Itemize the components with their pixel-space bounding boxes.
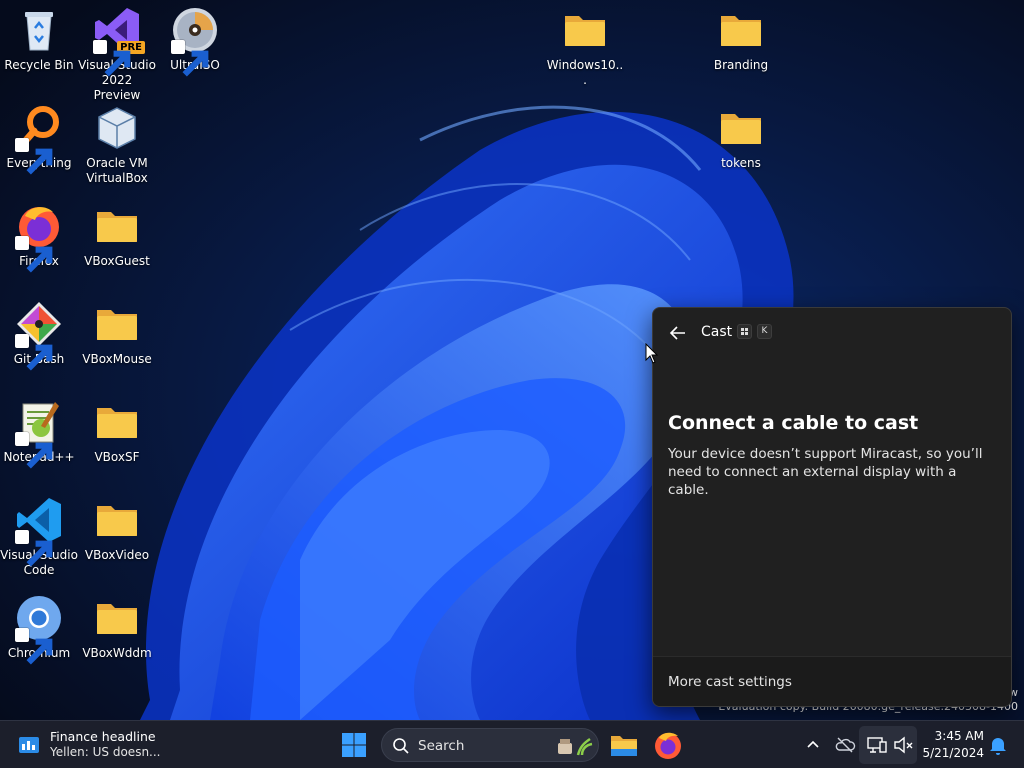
- news-widget-icon: [19, 737, 39, 753]
- start-button[interactable]: [340, 731, 368, 759]
- visual-studio-icon: PRE: [93, 6, 145, 77]
- cast-panel-title: Cast: [701, 324, 733, 340]
- cast-description: Your device doesn’t support Miracast, so…: [668, 446, 983, 498]
- desktop-icon-chromium[interactable]: Chromium: [0, 594, 78, 665]
- shortcut-arrow-icon: [15, 530, 53, 567]
- desktop-icon-visual-studio-code[interactable]: Visual Studio Code: [0, 496, 78, 578]
- desktop-icon-label: VBoxSF: [94, 450, 140, 464]
- desktop-icon-visual-studio-2022-preview[interactable]: PRE Visual Studio 2022 Preview: [78, 6, 156, 103]
- folder-icon: [561, 6, 609, 54]
- desktop-icon-label: Recycle Bin: [4, 58, 74, 72]
- desktop-icon-notepad-plus-plus[interactable]: Notepad++: [0, 398, 78, 469]
- clock-date: 5/21/2024: [922, 746, 984, 760]
- desktop-icon-label: Branding: [713, 58, 769, 72]
- desktop-icon-vboxvideo[interactable]: VBoxVideo: [78, 496, 156, 563]
- onedrive-button[interactable]: [833, 733, 857, 757]
- widget-title: Finance headline: [50, 729, 156, 744]
- back-arrow-icon: [669, 326, 685, 340]
- file-explorer-button[interactable]: [608, 729, 640, 761]
- desktop-icon-branding[interactable]: Branding: [702, 6, 780, 73]
- desktop-icon-label: VBoxVideo: [84, 548, 150, 562]
- shortcut-arrow-icon: [15, 334, 53, 371]
- folder-icon: [717, 104, 765, 152]
- desktop-icon-everything[interactable]: Everything: [0, 104, 78, 175]
- vscode-icon: [15, 496, 63, 567]
- firefox-taskbar-button[interactable]: [652, 729, 684, 761]
- quick-settings-button[interactable]: [859, 726, 917, 764]
- magnifier-icon: [15, 104, 63, 175]
- back-button[interactable]: [667, 322, 689, 344]
- mouse-cursor-icon: [645, 343, 659, 364]
- search-label: Search: [418, 738, 465, 754]
- shortcut-arrow-icon: [15, 236, 53, 273]
- file-explorer-icon: [611, 736, 637, 756]
- shortcut-key-k: K: [757, 324, 772, 339]
- shortcut-arrow-icon: [93, 40, 131, 77]
- desktop-icon-label: VBoxGuest: [84, 254, 150, 268]
- folder-icon: [93, 202, 141, 250]
- desktop-icon-windows10-folder[interactable]: Windows10...: [546, 6, 624, 88]
- desktop-icon-ultraiso[interactable]: UltraISO: [156, 6, 234, 77]
- folder-icon: [93, 300, 141, 348]
- folder-icon: [717, 6, 765, 54]
- search-highlight-icon: [558, 737, 593, 756]
- taskbar-search-box[interactable]: Search: [381, 728, 599, 762]
- clock-time: 3:45 AM: [934, 729, 984, 743]
- windows-logo-icon: [342, 733, 366, 757]
- shortcut-arrow-icon: [171, 40, 209, 77]
- disc-icon: [171, 6, 219, 77]
- desktop-icon-label: tokens: [721, 156, 761, 170]
- bell-icon: [990, 738, 1006, 755]
- desktop-icon-vboxguest[interactable]: VBoxGuest: [78, 202, 156, 269]
- desktop-icon-recycle-bin[interactable]: Recycle Bin: [0, 6, 78, 73]
- firefox-icon: [655, 732, 681, 759]
- more-cast-settings-link[interactable]: More cast settings: [668, 674, 792, 690]
- cast-panel: Cast K Connect a cable to cast Your devi…: [652, 307, 1012, 707]
- desktop-icon-vboxmouse[interactable]: VBoxMouse: [78, 300, 156, 367]
- taskbar-clock[interactable]: 3:45 AM 5/21/2024: [920, 728, 984, 762]
- notifications-button[interactable]: [986, 733, 1010, 757]
- desktop-icon-label: VBoxWddm: [82, 646, 152, 660]
- cast-panel-footer: More cast settings: [653, 656, 1011, 706]
- shortcut-arrow-icon: [15, 628, 53, 665]
- search-icon: [393, 738, 409, 754]
- desktop-icon-firefox[interactable]: Firefox: [0, 202, 78, 273]
- firefox-icon: [15, 202, 63, 273]
- chromium-icon: [15, 594, 63, 665]
- taskbar: Finance headline Yellen: US doesn... Sea…: [0, 720, 1024, 768]
- cast-heading: Connect a cable to cast: [668, 412, 919, 434]
- volume-muted-icon: [894, 736, 913, 754]
- news-widget[interactable]: Finance headline Yellen: US doesn...: [14, 727, 184, 763]
- desktop-icon-tokens[interactable]: tokens: [702, 104, 780, 171]
- folder-icon: [93, 594, 141, 642]
- network-icon: [867, 737, 887, 753]
- notepad-plus-plus-icon: [15, 398, 63, 469]
- git-bash-icon: [15, 300, 63, 371]
- show-hidden-icons-button[interactable]: [801, 733, 825, 757]
- cast-panel-header: Cast K: [653, 308, 1011, 356]
- shortcut-arrow-icon: [15, 138, 53, 175]
- desktop-icon-oracle-vm-virtualbox[interactable]: Oracle VM VirtualBox: [78, 104, 156, 186]
- widget-subtitle: Yellen: US doesn...: [50, 745, 161, 759]
- desktop-icon-vboxwddm[interactable]: VBoxWddm: [78, 594, 156, 661]
- desktop-icon-git-bash[interactable]: Git Bash: [0, 300, 78, 371]
- virtualbox-icon: [93, 104, 141, 152]
- chevron-up-icon: [807, 740, 819, 748]
- cloud-offline-icon: [835, 737, 856, 753]
- desktop-icon-label: VBoxMouse: [82, 352, 152, 366]
- folder-icon: [93, 398, 141, 446]
- shortcut-arrow-icon: [15, 432, 53, 469]
- desktop-icon-label: Windows10...: [546, 58, 624, 87]
- recycle-bin-icon: [15, 6, 63, 54]
- desktop-icon-label: Oracle VM VirtualBox: [86, 156, 148, 185]
- folder-icon: [93, 496, 141, 544]
- windows-key-icon: [737, 324, 752, 339]
- desktop-icon-vboxsf[interactable]: VBoxSF: [78, 398, 156, 465]
